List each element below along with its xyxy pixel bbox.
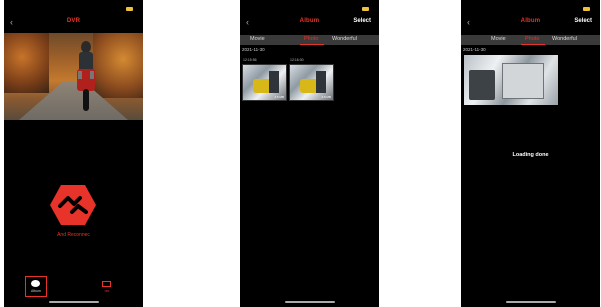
album-tabs: Movie Photo Wonderful xyxy=(240,35,379,45)
record-nav-label: rec xyxy=(104,289,110,293)
home-indicator xyxy=(284,301,335,303)
battery-icon xyxy=(583,7,590,11)
reconnect-label[interactable]: And Reconnec xyxy=(4,232,143,238)
loading-status: Loading done xyxy=(512,152,549,158)
tab-photo[interactable]: Photo xyxy=(525,36,539,42)
date-group-header: 2021-11-30 xyxy=(463,47,486,52)
motorcycle-rider xyxy=(77,41,95,111)
reconnect-logo[interactable] xyxy=(50,185,96,225)
file-size: 4.5 MB xyxy=(321,95,331,99)
photo-thumbnail[interactable]: 4.5 MB xyxy=(289,64,334,101)
preview-object xyxy=(469,70,495,100)
select-button[interactable]: Select xyxy=(353,18,371,24)
album-nav-label: Album xyxy=(31,289,41,293)
camera-icon xyxy=(102,281,111,287)
battery-icon xyxy=(362,7,369,11)
photo-preview[interactable] xyxy=(464,55,558,105)
tab-photo[interactable]: Photo xyxy=(304,36,318,42)
tab-wonderful[interactable]: Wonderful xyxy=(332,36,357,42)
album-photo-screen: ‹ Album Select Movie Photo Wonderful 202… xyxy=(240,0,379,307)
album-loading-screen: ‹ Album Select Movie Photo Wonderful 202… xyxy=(461,0,600,307)
album-tabs: Movie Photo Wonderful xyxy=(461,35,600,45)
live-video-preview[interactable] xyxy=(4,33,143,120)
record-nav-button[interactable]: rec xyxy=(100,281,114,295)
item-time: 12:16:00 xyxy=(290,58,304,62)
dvr-screen: ‹ DVR And Reconnec Album rec xyxy=(4,0,143,307)
album-icon xyxy=(31,280,40,287)
select-button[interactable]: Select xyxy=(574,18,592,24)
screen-title: DVR xyxy=(66,18,81,24)
thumbnail-object xyxy=(269,71,279,93)
preview-object xyxy=(502,63,544,99)
tab-wonderful[interactable]: Wonderful xyxy=(552,36,577,42)
file-size: 4.5 MB xyxy=(274,95,284,99)
tab-movie[interactable]: Movie xyxy=(491,36,506,42)
item-time: 12:15:56 xyxy=(243,58,257,62)
active-tab-indicator xyxy=(521,44,545,45)
album-nav-button[interactable]: Album xyxy=(25,276,47,297)
battery-icon xyxy=(126,7,133,11)
thumbnail-object xyxy=(316,71,326,93)
hexagon-link-icon xyxy=(50,185,96,225)
photo-thumbnail[interactable]: 4.5 MB xyxy=(242,64,287,101)
tab-movie[interactable]: Movie xyxy=(250,36,265,42)
active-tab-indicator xyxy=(300,44,324,45)
home-indicator xyxy=(505,301,556,303)
tree-foliage-left xyxy=(4,33,49,93)
date-group-header: 2021-11-30 xyxy=(242,47,265,52)
tree-foliage-right xyxy=(93,33,143,98)
home-indicator xyxy=(48,301,99,303)
